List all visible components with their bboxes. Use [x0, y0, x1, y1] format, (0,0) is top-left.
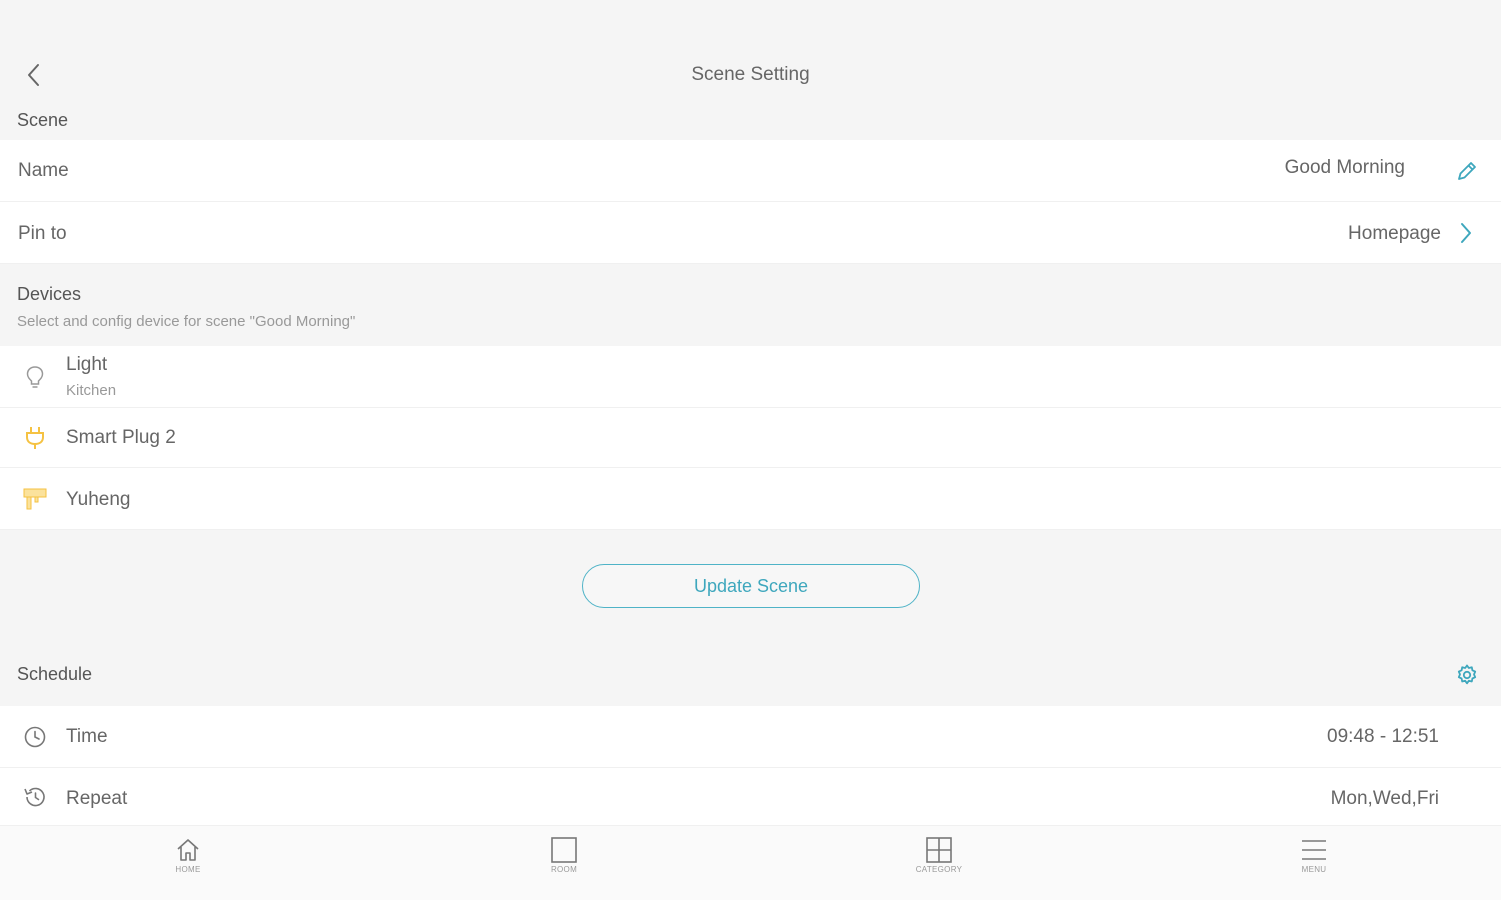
- tab-category-label: CATEGORY: [915, 865, 963, 874]
- update-scene-button[interactable]: Update Scene: [582, 564, 920, 608]
- edit-pencil-icon[interactable]: [1452, 156, 1482, 186]
- device-name: Smart Plug 2: [66, 427, 176, 448]
- scene-name-row[interactable]: Name Good Morning: [0, 140, 1501, 202]
- name-label: Name: [18, 160, 69, 181]
- devices-section-label: Devices: [17, 284, 82, 304]
- device-name: Yuheng: [66, 489, 131, 510]
- tab-room[interactable]: ROOM: [514, 826, 614, 900]
- strip-icon: [20, 484, 50, 514]
- plug-icon: [20, 423, 50, 453]
- pin-to-row[interactable]: Pin to Homepage: [0, 202, 1501, 264]
- schedule-time-row[interactable]: Time 09:48 - 12:51: [0, 706, 1501, 768]
- bottom-tab-bar: HOME ROOM CATEGORY MENU: [0, 826, 1501, 900]
- bulb-icon: [20, 362, 50, 392]
- menu-icon: [1302, 840, 1326, 860]
- device-row-smart-plug[interactable]: Smart Plug 2: [0, 408, 1501, 468]
- time-label: Time: [66, 726, 108, 747]
- tab-home[interactable]: HOME: [138, 826, 238, 900]
- tab-room-label: ROOM: [550, 865, 578, 874]
- tab-menu-label: MENU: [1301, 865, 1327, 874]
- device-name: Light: [66, 354, 108, 375]
- tab-category[interactable]: CATEGORY: [889, 826, 989, 900]
- device-room: Kitchen: [66, 382, 117, 399]
- chevron-right-icon[interactable]: [1455, 220, 1477, 246]
- clock-icon: [20, 722, 50, 752]
- schedule-section-label: Schedule: [17, 664, 93, 684]
- scene-section-label: Scene: [17, 110, 69, 130]
- name-value: Good Morning: [1284, 157, 1405, 178]
- header-bar: Scene Setting: [0, 0, 1501, 110]
- page-title: Scene Setting: [691, 64, 810, 85]
- room-icon: [551, 837, 577, 863]
- pin-label: Pin to: [18, 223, 67, 244]
- schedule-repeat-row[interactable]: Repeat Mon,Wed,Fri: [0, 768, 1501, 826]
- repeat-label: Repeat: [66, 788, 128, 809]
- tab-menu[interactable]: MENU: [1264, 826, 1364, 900]
- repeat-history-icon: [20, 782, 50, 812]
- pin-value: Homepage: [1348, 223, 1441, 244]
- devices-section-subtitle: Select and config device for scene "Good…: [17, 313, 356, 330]
- repeat-value: Mon,Wed,Fri: [1330, 788, 1439, 809]
- gear-icon[interactable]: [1452, 660, 1482, 690]
- time-value: 09:48 - 12:51: [1327, 726, 1439, 747]
- tab-home-label: HOME: [175, 865, 201, 874]
- category-icon: [926, 837, 952, 863]
- device-row-light[interactable]: Light Kitchen: [0, 346, 1501, 408]
- device-row-yuheng[interactable]: Yuheng: [0, 468, 1501, 530]
- home-icon: [177, 839, 199, 861]
